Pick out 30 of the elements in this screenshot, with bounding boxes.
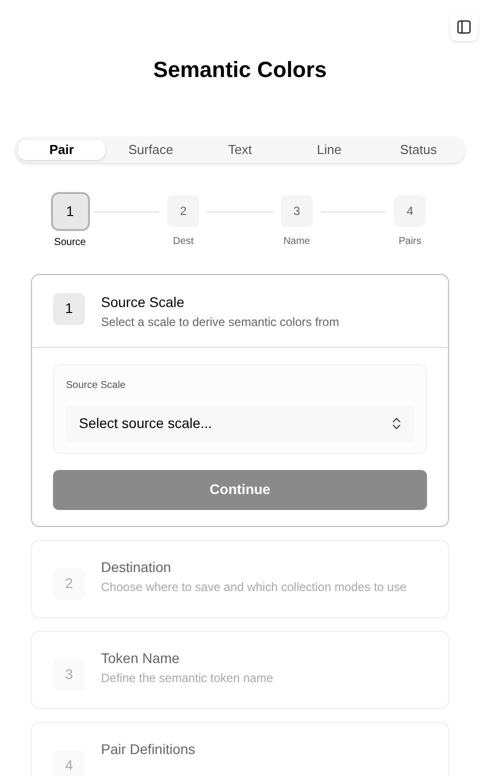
step-label: Name	[283, 234, 310, 248]
step-number: 1	[53, 292, 85, 324]
sidebar-icon	[457, 20, 471, 34]
tab[interactable]: Status	[374, 140, 462, 160]
step-number: 3	[53, 658, 85, 690]
card-title: Pair Definitions	[101, 740, 196, 758]
chevron-up-down-icon	[392, 417, 401, 430]
step-number[interactable]: 2	[167, 194, 200, 226]
card-title: Destination	[101, 558, 172, 576]
tab[interactable]: Pair	[18, 140, 106, 160]
card-description: Select a scale to derive semantic colors from	[101, 314, 340, 330]
step-number: 4	[53, 750, 85, 776]
step-label: Dest	[173, 234, 194, 248]
tab[interactable]: Surface	[107, 140, 194, 160]
step-number[interactable]: 3	[280, 194, 313, 226]
step-number[interactable]: 1	[50, 192, 90, 230]
card-description: Choose where to save and which collection modes to use	[101, 578, 407, 594]
card-title: Source Scale	[101, 292, 186, 310]
page-title: Semantic Colors	[152, 56, 328, 84]
card-title: Token Name	[101, 648, 181, 666]
step-number: 2	[53, 568, 85, 600]
source-scale-select[interactable]: Select source scale...	[66, 404, 414, 442]
tab[interactable]: Line	[286, 140, 373, 160]
step-number[interactable]: 4	[394, 194, 426, 226]
field-label: Source Scale	[66, 378, 126, 392]
sidebar-toggle-button[interactable]	[450, 13, 478, 41]
step-label: Pairs	[398, 234, 422, 248]
step-label: Source	[54, 236, 86, 250]
card-description: Define the semantic token name	[101, 670, 274, 686]
tab[interactable]: Text	[196, 140, 284, 160]
